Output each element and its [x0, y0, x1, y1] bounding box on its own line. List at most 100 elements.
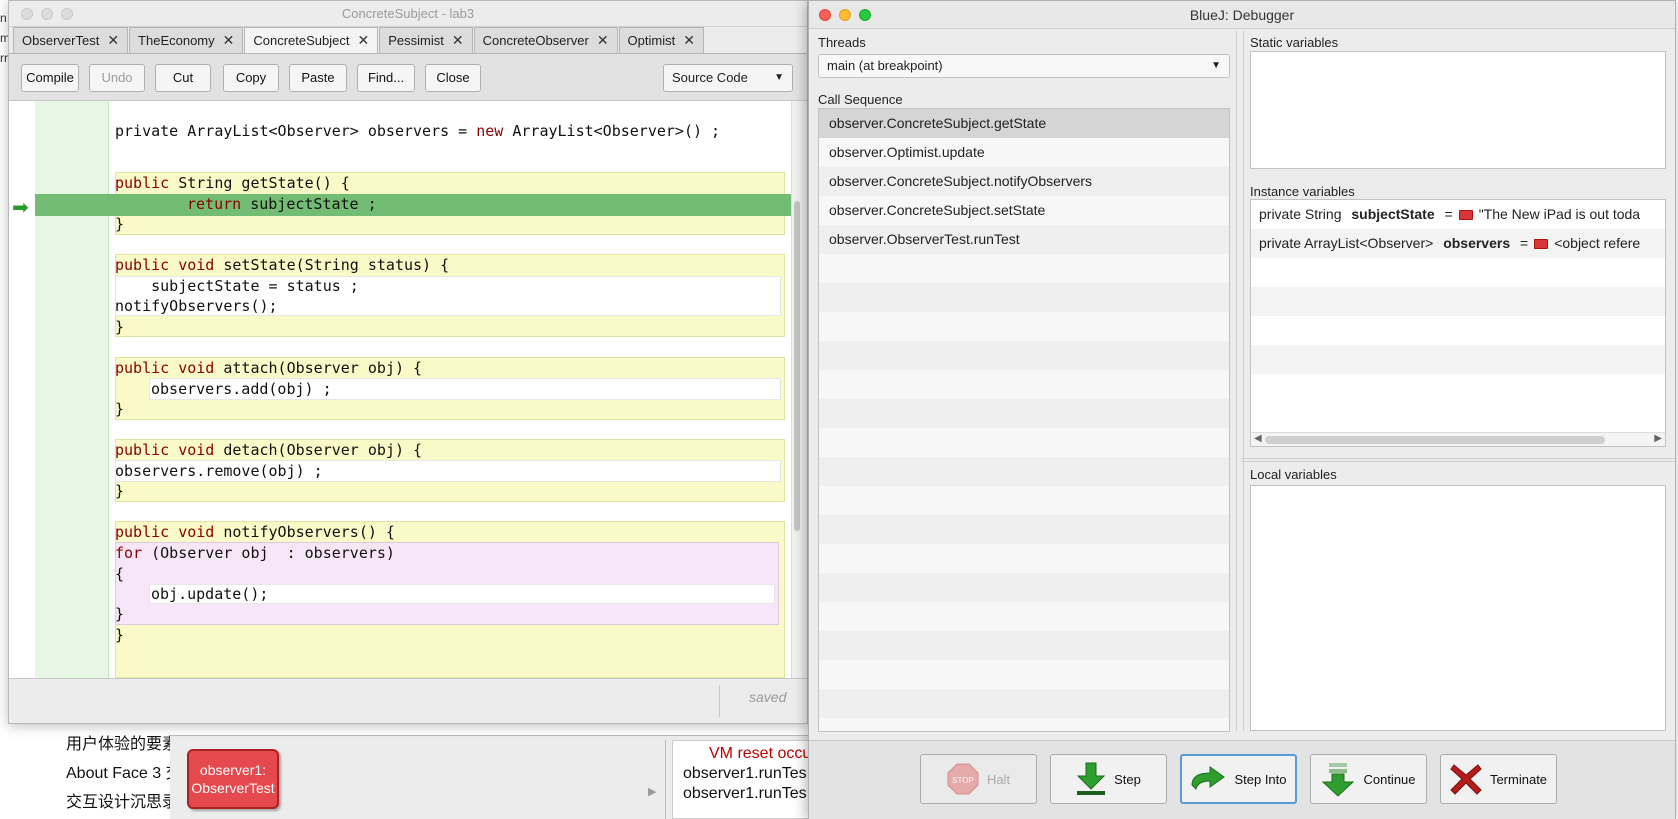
- empty-row: [1251, 345, 1665, 374]
- terminate-button[interactable]: Terminate: [1440, 754, 1557, 804]
- scroll-right-icon[interactable]: ▶: [1654, 433, 1662, 444]
- instance-variable-row[interactable]: private String subjectState = "The New iP…: [1251, 200, 1665, 229]
- code-line: return subjectState ;: [187, 195, 377, 213]
- code-line: }: [115, 482, 125, 500]
- var-modifier: private ArrayList<Observer>: [1259, 235, 1434, 251]
- minimize-window-icon[interactable]: [41, 8, 53, 20]
- code-line: }: [115, 400, 125, 418]
- tab-pessimist[interactable]: Pessimist ✕: [379, 27, 473, 53]
- empty-row: [819, 689, 1229, 718]
- halt-label: Halt: [986, 771, 1011, 787]
- terminal-line: observer1.runTes: [683, 785, 807, 802]
- debugger-window: BlueJ: Debugger Threads main (at breakpo…: [808, 0, 1676, 819]
- paste-button[interactable]: Paste: [289, 64, 347, 92]
- code-line: observers.remove(obj) ;: [115, 462, 323, 480]
- close-tab-icon[interactable]: ✕: [597, 28, 609, 53]
- close-tab-icon[interactable]: ✕: [358, 28, 370, 53]
- view-mode-select[interactable]: Source Code ▼: [663, 64, 793, 92]
- thread-select[interactable]: main (at breakpoint) ▼: [818, 54, 1230, 78]
- line-gutter[interactable]: [35, 101, 109, 678]
- cut-button[interactable]: Cut: [155, 64, 211, 92]
- halt-button[interactable]: STOP Halt: [920, 754, 1037, 804]
- code-line: }: [115, 626, 125, 644]
- local-variables-list: [1250, 485, 1666, 731]
- list-item[interactable]: observer.ConcreteSubject.notifyObservers: [819, 167, 1229, 196]
- tab-label: ConcreteSubject: [253, 33, 350, 48]
- code-line: {: [115, 565, 125, 583]
- tab-concretesubject[interactable]: ConcreteSubject ✕: [244, 27, 379, 53]
- object-bench-instance[interactable]: observer1: ObserverTest: [187, 749, 279, 809]
- continue-arrow-icon: [1322, 763, 1355, 797]
- undo-button[interactable]: Undo: [89, 64, 145, 92]
- code-line: observers.add(obj) ;: [151, 380, 332, 398]
- var-equals: =: [1520, 235, 1529, 251]
- empty-row: [1251, 316, 1665, 345]
- empty-row: [1251, 287, 1665, 316]
- code-editor[interactable]: ➡ private ArrayList<Observer> observers …: [9, 101, 801, 678]
- empty-row: [819, 486, 1229, 515]
- copy-button[interactable]: Copy: [223, 64, 279, 92]
- step-into-arrow-icon: [1191, 766, 1226, 790]
- list-item[interactable]: observer.ObserverTest.runTest: [819, 225, 1229, 254]
- static-variables-label: Static variables: [1250, 35, 1339, 50]
- close-tab-icon[interactable]: ✕: [452, 28, 464, 53]
- tab-label: TheEconomy: [138, 33, 215, 48]
- var-value: "The New iPad is out toda: [1478, 206, 1641, 222]
- pane-splitter[interactable]: [1236, 31, 1244, 731]
- var-equals: =: [1444, 206, 1453, 222]
- list-item[interactable]: observer.Optimist.update: [819, 138, 1229, 167]
- tab-concreteobserver[interactable]: ConcreteObserver ✕: [473, 27, 618, 53]
- step-button[interactable]: Step: [1050, 754, 1167, 804]
- close-window-icon[interactable]: [819, 9, 831, 21]
- close-tab-icon[interactable]: ✕: [107, 28, 119, 53]
- horizontal-scrollbar[interactable]: ◀ ▶: [1251, 432, 1665, 446]
- pane-splitter[interactable]: [1241, 458, 1675, 462]
- list-item[interactable]: observer.ConcreteSubject.getState: [819, 109, 1229, 138]
- bench-expand-arrow-icon[interactable]: ▶: [648, 785, 656, 798]
- threads-label: Threads: [818, 35, 866, 50]
- maximize-window-icon[interactable]: [859, 9, 871, 21]
- tab-optimist[interactable]: Optimist ✕: [618, 27, 704, 53]
- empty-row: [819, 515, 1229, 544]
- debugger-titlebar[interactable]: BlueJ: Debugger: [809, 1, 1675, 29]
- empty-row: [819, 283, 1229, 312]
- step-arrow-icon: [1076, 762, 1106, 795]
- debugger-button-bar: STOP Halt Step Step Into Continue Termin…: [809, 740, 1675, 819]
- terminate-x-icon: [1450, 764, 1482, 795]
- terminate-label: Terminate: [1489, 771, 1548, 787]
- tab-observertest[interactable]: ObserverTest ✕: [13, 27, 129, 53]
- tab-theeconomy[interactable]: TheEconomy ✕: [129, 27, 244, 53]
- empty-row: [819, 602, 1229, 631]
- instance-variable-row[interactable]: private ArrayList<Observer> observers = <…: [1251, 229, 1665, 258]
- minimize-window-icon[interactable]: [839, 9, 851, 21]
- scrollbar-thumb[interactable]: [794, 201, 800, 531]
- maximize-window-icon[interactable]: [61, 8, 73, 20]
- var-value: <object refere: [1554, 235, 1641, 251]
- empty-row: [819, 428, 1229, 457]
- close-tab-icon[interactable]: ✕: [223, 28, 235, 53]
- find-button[interactable]: Find...: [357, 64, 415, 92]
- close-button[interactable]: Close: [425, 64, 481, 92]
- close-window-icon[interactable]: [21, 8, 33, 20]
- editor-vertical-scrollbar[interactable]: [791, 101, 801, 678]
- scroll-left-icon[interactable]: ◀: [1254, 433, 1262, 444]
- object-reference-icon: [1458, 210, 1473, 221]
- code-line: public String getState() {: [115, 174, 350, 192]
- var-modifier: private String: [1259, 206, 1342, 222]
- save-status: saved: [749, 689, 787, 705]
- close-tab-icon[interactable]: ✕: [683, 28, 695, 53]
- terminal-panel: VM reset occu observer1.runTes observer1…: [672, 740, 812, 819]
- compile-button[interactable]: Compile: [21, 64, 79, 92]
- scrollbar-thumb[interactable]: [1265, 436, 1605, 444]
- continue-button[interactable]: Continue: [1310, 754, 1427, 804]
- instance-variables-list: private String subjectState = "The New iP…: [1250, 199, 1666, 447]
- editor-status-bar: saved: [9, 678, 807, 723]
- editor-toolbar: Compile Undo Cut Copy Paste Find... Clos…: [9, 53, 807, 101]
- list-item[interactable]: observer.ConcreteSubject.setState: [819, 196, 1229, 225]
- editor-titlebar[interactable]: ConcreteSubject - lab3: [9, 1, 807, 27]
- step-into-button[interactable]: Step Into: [1180, 754, 1297, 804]
- tab-label: ConcreteObserver: [482, 33, 589, 48]
- code-line: subjectState = status ;: [115, 277, 359, 295]
- terminal-line: observer1.runTes: [683, 765, 807, 782]
- step-into-label: Step Into: [1234, 771, 1287, 787]
